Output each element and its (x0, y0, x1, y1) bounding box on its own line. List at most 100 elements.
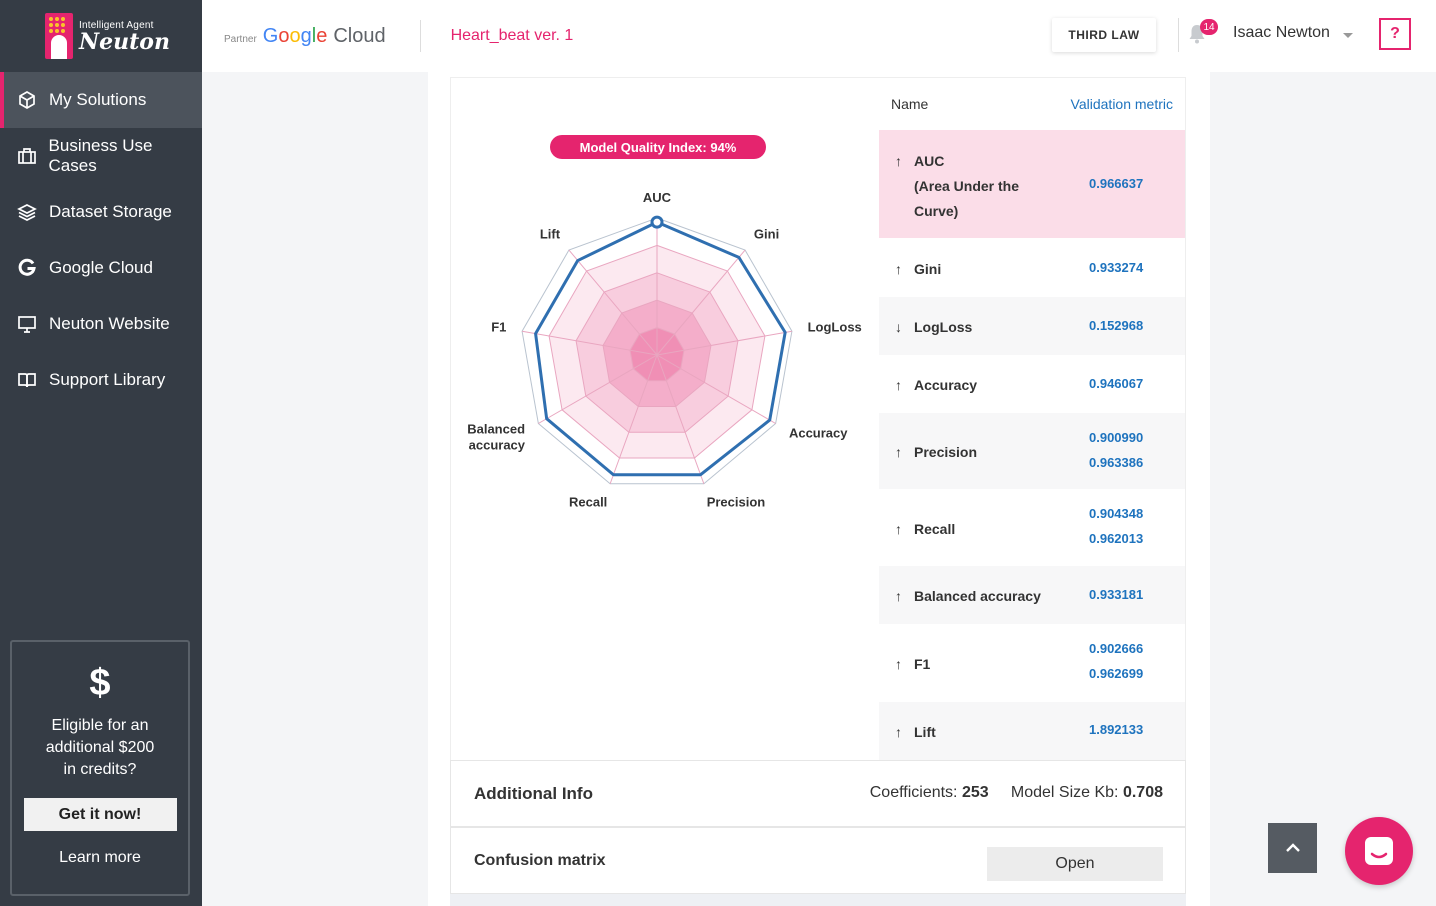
sidebar-item-label: Google Cloud (49, 258, 153, 277)
metric-name: AUC (914, 153, 945, 169)
metric-value: 0.946067 (1089, 376, 1144, 391)
metric-value: 0.933181 (1089, 587, 1144, 602)
user-name[interactable]: Isaac Newton (1233, 24, 1330, 42)
neuton-logo-icon (45, 13, 73, 59)
book-icon (16, 369, 38, 391)
radar-point-auc (650, 215, 664, 229)
scroll-to-top-button[interactable] (1268, 823, 1317, 873)
help-button[interactable]: ? (1379, 18, 1411, 50)
get-credits-button[interactable]: Get it now! (23, 798, 177, 831)
google-cloud-logo[interactable]: Google Cloud (263, 25, 386, 48)
table-row[interactable]: ↑ Precision 0.900990 0.963386 (879, 413, 1185, 489)
model-stats: Coefficients: 253 Model Size Kb: 0.708 (869, 784, 1163, 801)
header-divider (419, 20, 421, 52)
learn-more-link[interactable]: Learn more (12, 849, 188, 867)
table-row[interactable]: ↑ AUC (Area Under the Curve) 0.966637 (879, 130, 1185, 238)
partner-label: Partner (224, 33, 257, 45)
sidebar-item-dataset-storage[interactable]: Dataset Storage (0, 184, 202, 240)
notification-badge: 14 (1200, 19, 1218, 35)
sidebar-item-neuton-website[interactable]: Neuton Website (0, 296, 202, 352)
metric-value: 1.892133 (1089, 722, 1144, 737)
metric-value: 0.152968 (1089, 318, 1144, 333)
arrow-up-icon: ↑ (895, 444, 902, 460)
table-row[interactable]: ↑ Balanced accuracy 0.933181 (879, 566, 1185, 624)
radar-axis-label: Recall (569, 495, 607, 510)
layers-icon (16, 201, 38, 223)
column-header-name[interactable]: Name (891, 96, 928, 112)
radar-axis-label: Gini (754, 227, 779, 242)
metric-value: 0.900990 (1089, 430, 1144, 445)
column-header-validation-metric[interactable]: Validation metric (1071, 96, 1173, 112)
metric-name: F1 (914, 656, 931, 672)
additional-info-title: Additional Info (474, 784, 593, 803)
briefcase-icon (16, 145, 38, 167)
metric-name: (Area Under the (914, 178, 1020, 194)
sidebar-item-business-use-cases[interactable]: Business Use Cases (0, 128, 202, 184)
table-row[interactable]: ↑ Accuracy 0.946067 (879, 355, 1185, 413)
arrow-up-icon: ↑ (895, 261, 902, 277)
sidebar-item-label: My Solutions (49, 90, 147, 109)
metric-name: Lift (914, 724, 936, 740)
sidebar-item-label: Neuton Website (49, 314, 170, 333)
table-row[interactable]: ↓ LogLoss 0.152968 (879, 297, 1185, 355)
brand-name: Neuton (79, 28, 170, 55)
radar-axis-label: AUC (643, 190, 672, 205)
model-quality-index-badge: Model Quality Index: 94% (550, 135, 766, 159)
sidebar-item-google-cloud[interactable]: Google Cloud (0, 240, 202, 296)
open-confusion-matrix-button[interactable]: Open (987, 847, 1163, 881)
metric-value: 0.902666 (1089, 641, 1144, 656)
header-divider (1178, 18, 1179, 52)
radar-chart: AUC Gini LogLoss Accuracy Precision Recall Bal… (467, 190, 862, 510)
arrow-up-icon: ↑ (895, 656, 902, 672)
chat-button[interactable] (1345, 817, 1413, 885)
chat-icon (1365, 837, 1393, 865)
radar-axis-label: Balanced accuracy (467, 422, 526, 453)
top-header: Partner Google Cloud Heart_beat ver. 1 T… (202, 0, 1436, 72)
arrow-up-icon: ↑ (895, 588, 902, 604)
chevron-down-icon[interactable] (1343, 33, 1353, 38)
brand-logo[interactable]: Intelligent Agent Neuton (0, 0, 202, 72)
google-g-icon (16, 257, 38, 279)
project-title: Heart_beat ver. 1 (450, 27, 574, 44)
sidebar-item-my-solutions[interactable]: My Solutions (0, 72, 202, 128)
table-row[interactable]: ↑ Gini 0.933274 (879, 238, 1185, 297)
sidebar-item-label: Dataset Storage (49, 202, 172, 221)
sidebar: Intelligent Agent Neuton My Solutions Bu… (0, 0, 202, 906)
third-law-button[interactable]: THIRD LAW (1052, 18, 1156, 52)
metric-value: 0.962699 (1089, 666, 1144, 681)
metric-value: 0.933274 (1089, 260, 1144, 275)
metric-name: Precision (914, 444, 978, 460)
metric-name: Curve) (914, 203, 959, 219)
metric-value: 0.904348 (1089, 506, 1144, 521)
table-row[interactable]: ↑ F1 0.902666 0.962699 (879, 624, 1185, 702)
arrow-up-icon: ↑ (895, 377, 902, 393)
radar-axis-label: F1 (491, 320, 506, 335)
radar-axis-label: LogLoss (808, 320, 862, 335)
sidebar-item-support-library[interactable]: Support Library (0, 352, 202, 408)
metric-name: LogLoss (914, 319, 973, 335)
chevron-up-icon (1285, 843, 1300, 852)
metric-name: Accuracy (914, 377, 978, 393)
metric-value: 0.962013 (1089, 531, 1144, 546)
radar-axis-label: Lift (540, 227, 561, 242)
additional-info-section: Additional Info Coefficients: 253 Model … (450, 760, 1186, 827)
model-size-value: 0.708 (1122, 784, 1163, 801)
arrow-up-icon: ↑ (895, 724, 902, 740)
monitor-icon (16, 313, 38, 335)
metrics-table-header: Name Validation metric (879, 96, 1185, 116)
next-section-edge (450, 894, 1186, 906)
metric-value: 0.963386 (1089, 455, 1144, 470)
arrow-up-icon: ↑ (895, 153, 902, 169)
table-row[interactable]: ↑ Recall 0.904348 0.962013 (879, 489, 1185, 566)
metric-value: 0.966637 (1089, 176, 1144, 191)
metric-name: Balanced accuracy (914, 588, 1041, 604)
credit-promo: $ Eligible for an additional $200 in cre… (10, 640, 190, 896)
metrics-table: ↑ AUC (Area Under the Curve) 0.966637 ↑ Gin… (879, 130, 1185, 760)
metric-name: Recall (914, 521, 956, 537)
table-row[interactable]: ↑ Lift 1.892133 (879, 702, 1185, 760)
radar-axis-label: Accuracy (789, 426, 848, 441)
cube-icon (16, 89, 38, 111)
arrow-down-icon: ↓ (895, 319, 902, 335)
radar-axis-label: Precision (707, 495, 766, 510)
credit-text: Eligible for an additional $200 in credi… (45, 717, 155, 778)
